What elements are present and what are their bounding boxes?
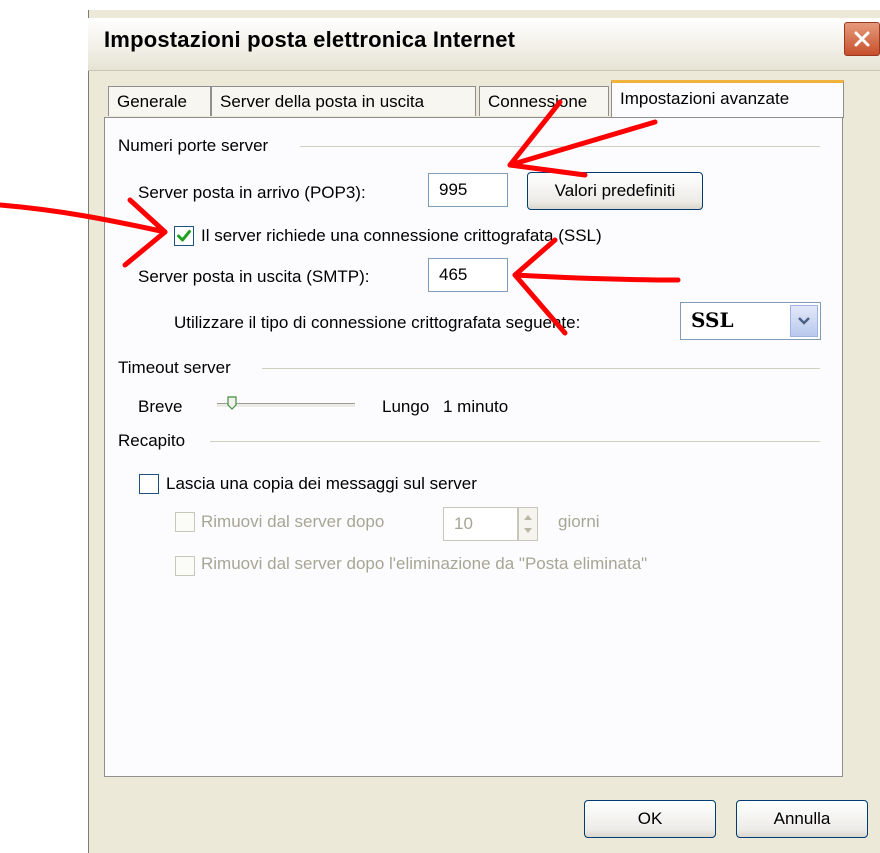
tab-impostazioni-avanzate[interactable]: Impostazioni avanzate <box>611 80 844 118</box>
close-button[interactable] <box>844 22 880 56</box>
incoming-server-label: Server posta in arrivo (POP3): <box>138 183 366 202</box>
timeout-slider-track[interactable] <box>217 403 355 408</box>
group-label-ports: Numeri porte server <box>118 136 277 156</box>
encryption-type-select[interactable]: SSL <box>680 302 821 340</box>
remove-after-checkbox[interactable] <box>175 512 195 532</box>
dropdown-button[interactable] <box>790 305 818 337</box>
remove-after-label: Rimuovi dal server dopo <box>201 512 385 531</box>
default-values-button[interactable]: Valori predefiniti <box>527 172 703 210</box>
tab-label: Generale <box>117 92 187 111</box>
ok-button[interactable]: OK <box>584 800 716 838</box>
tab-strip: Generale Server della posta in uscita Co… <box>104 80 844 118</box>
spinner-arrows-icon <box>524 515 532 533</box>
days-label: giorni <box>558 512 600 531</box>
close-icon <box>854 31 870 47</box>
tab-label: Connessione <box>488 92 588 111</box>
tab-label: Impostazioni avanzate <box>620 89 790 108</box>
tab-server-posta-uscita[interactable]: Server della posta in uscita <box>211 86 476 116</box>
remove-deleted-label: Rimuovi dal server dopo l'eliminazione d… <box>201 554 648 573</box>
encryption-type-value: SSL <box>691 308 734 332</box>
remove-deleted-checkbox[interactable] <box>175 556 195 576</box>
group-divider <box>262 368 820 369</box>
ssl-checkbox-label: Il server richiede una connessione critt… <box>201 226 602 245</box>
timeout-value: 1 minuto <box>443 397 509 416</box>
tab-label: Server della posta in uscita <box>220 92 425 111</box>
cancel-button[interactable]: Annulla <box>736 800 868 838</box>
timeout-short-label: Breve <box>138 397 183 416</box>
check-icon <box>177 230 191 242</box>
leave-copy-checkbox[interactable] <box>139 474 159 494</box>
group-label-delivery: Recapito <box>118 431 194 451</box>
title-bar[interactable]: Impostazioni posta elettronica Internet <box>88 18 880 71</box>
tab-panel <box>104 117 843 777</box>
days-spinner[interactable] <box>518 507 538 541</box>
group-label-timeout: Timeout server <box>118 358 239 378</box>
leave-copy-label: Lascia una copia dei messaggi sul server <box>166 474 477 493</box>
window-title: Impostazioni posta elettronica Internet <box>104 27 516 52</box>
timeout-slider-thumb[interactable] <box>227 396 237 410</box>
remove-after-days-input[interactable]: 10 <box>443 507 518 541</box>
incoming-port-input[interactable]: 995 <box>428 173 508 207</box>
group-divider <box>300 146 820 147</box>
group-divider <box>210 441 820 442</box>
outgoing-server-label: Server posta in uscita (SMTP): <box>138 267 370 286</box>
ssl-checkbox[interactable] <box>174 226 194 246</box>
encryption-type-label: Utilizzare il tipo di connessione critto… <box>174 313 581 332</box>
outgoing-port-input[interactable]: 465 <box>428 258 508 292</box>
chevron-down-icon <box>798 317 810 325</box>
tab-generale[interactable]: Generale <box>108 86 211 116</box>
tab-connessione[interactable]: Connessione <box>479 86 609 116</box>
timeout-long-label: Lungo <box>382 397 430 416</box>
